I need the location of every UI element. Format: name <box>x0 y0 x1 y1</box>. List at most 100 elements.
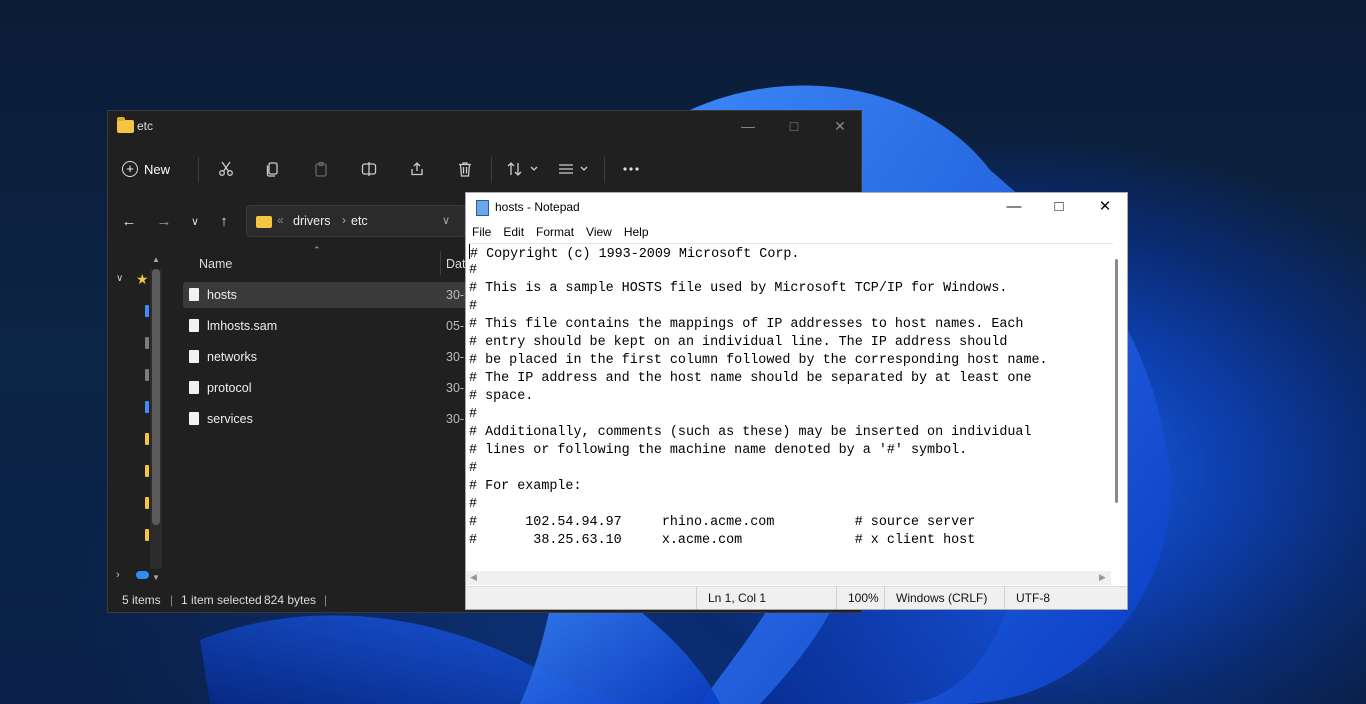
file-name: hosts <box>207 288 237 302</box>
explorer-titlebar[interactable]: etc — □ ✕ <box>108 111 861 141</box>
menu-view[interactable]: View <box>586 223 618 243</box>
text-line: # 102.54.94.97 rhino.acme.com # source s… <box>469 515 976 530</box>
text-line: # <box>469 299 478 314</box>
menu-edit[interactable]: Edit <box>503 223 530 243</box>
folder-icon[interactable] <box>145 465 149 477</box>
cut-icon[interactable] <box>216 159 236 179</box>
scrollbar-thumb[interactable] <box>1115 259 1118 503</box>
folder-icon[interactable] <box>145 433 149 445</box>
forward-icon[interactable]: → <box>155 213 173 231</box>
file-icon <box>189 319 199 332</box>
close-button[interactable]: ✕ <box>1082 193 1128 223</box>
more-options-icon[interactable] <box>621 159 641 179</box>
cursor-position: Ln 1, Col 1 <box>696 587 839 609</box>
name-column-header[interactable]: Name <box>199 257 232 271</box>
maximize-button[interactable]: □ <box>1036 193 1082 223</box>
file-date: 30- <box>446 288 465 302</box>
file-row-lmhosts[interactable]: lmhosts.sam 05- <box>183 313 467 339</box>
file-icon <box>189 350 199 363</box>
paste-icon[interactable] <box>311 159 331 179</box>
close-button[interactable]: ✕ <box>817 111 863 141</box>
text-line: # <box>469 461 478 476</box>
file-name: networks <box>207 350 258 364</box>
scroll-left-icon[interactable]: ◀ <box>470 572 477 583</box>
file-icon <box>189 381 199 394</box>
overflow-chevron-icon: « <box>277 213 284 227</box>
maximize-button[interactable]: □ <box>771 111 817 141</box>
sort-icon[interactable] <box>506 159 542 179</box>
breadcrumb-drivers[interactable]: drivers <box>293 214 331 228</box>
folder-icon[interactable] <box>145 497 149 509</box>
pictures-icon[interactable] <box>145 401 149 413</box>
text-line: # This file contains the mappings of IP … <box>469 317 1024 332</box>
selection-size: 824 bytes <box>264 593 317 607</box>
file-row-protocol[interactable]: protocol 30- <box>183 375 467 401</box>
scroll-up-icon[interactable]: ▲ <box>152 255 160 264</box>
delete-icon[interactable] <box>455 159 475 179</box>
text-line: # entry should be kept on an individual … <box>469 335 1008 350</box>
column-divider[interactable] <box>440 251 441 275</box>
minimize-button[interactable]: — <box>991 193 1037 223</box>
sort-ascending-icon: ⌃ <box>313 245 321 255</box>
folder-icon <box>117 117 134 133</box>
scrollbar-thumb[interactable] <box>152 269 160 525</box>
text-line: # lines or following the machine name de… <box>469 443 968 458</box>
file-date: 30- <box>446 412 465 426</box>
copy-icon[interactable] <box>263 159 283 179</box>
rename-icon[interactable] <box>359 159 379 179</box>
line-ending: Windows (CRLF) <box>884 587 1006 609</box>
breadcrumb-separator-icon: › <box>342 213 346 227</box>
vertical-scrollbar[interactable] <box>1111 245 1123 571</box>
scroll-down-icon[interactable]: ▼ <box>152 573 160 582</box>
text-line: # Copyright (c) 1993-2009 Microsoft Corp… <box>469 244 1113 262</box>
text-line: # be placed in the first column followed… <box>469 353 1048 368</box>
text-line: # The IP address and the host name shoul… <box>469 371 1032 386</box>
address-bar[interactable]: « drivers › etc ∨ <box>246 205 466 237</box>
text-line: # space. <box>469 389 534 404</box>
menu-bar: File Edit Format View Help <box>466 223 1127 243</box>
onedrive-icon[interactable] <box>136 571 149 579</box>
menu-format[interactable]: Format <box>536 223 580 243</box>
scroll-right-icon[interactable]: ▶ <box>1099 572 1106 583</box>
navigation-pane: ∨ ★ › ▲ ▼ <box>108 251 165 589</box>
recent-locations-icon[interactable]: ∨ <box>186 213 204 231</box>
documents-icon[interactable] <box>145 369 149 381</box>
encoding: UTF-8 <box>1004 587 1124 609</box>
file-row-networks[interactable]: networks 30- <box>183 344 467 370</box>
share-icon[interactable] <box>407 159 427 179</box>
command-bar: + New <box>108 145 861 193</box>
text-line: # <box>469 497 478 512</box>
quick-access-star-icon[interactable]: ★ <box>136 271 149 288</box>
desktop-icon[interactable] <box>145 305 149 317</box>
downloads-icon[interactable] <box>145 337 149 349</box>
menu-file[interactable]: File <box>472 223 497 243</box>
toolbar-divider <box>604 157 605 183</box>
text-editor[interactable]: # Copyright (c) 1993-2009 Microsoft Corp… <box>469 243 1113 570</box>
file-row-services[interactable]: services 30- <box>183 406 467 432</box>
zoom-level: 100% <box>836 587 886 609</box>
file-row-hosts[interactable]: hosts 30- <box>183 282 467 308</box>
address-dropdown-icon[interactable]: ∨ <box>442 214 450 227</box>
file-date: 30- <box>446 350 465 364</box>
selection-count: 1 item selected <box>181 593 262 607</box>
breadcrumb-etc[interactable]: etc <box>351 214 368 228</box>
text-line: # <box>469 263 478 278</box>
text-line: # For example: <box>469 479 582 494</box>
navigation-scrollbar[interactable]: ▲ ▼ <box>150 255 162 582</box>
folder-icon[interactable] <box>145 529 149 541</box>
expand-chevron-icon[interactable]: › <box>116 569 120 581</box>
menu-help[interactable]: Help <box>624 223 655 243</box>
notepad-titlebar[interactable]: hosts - Notepad — □ ✕ <box>466 193 1127 223</box>
notepad-icon <box>476 200 489 216</box>
back-icon[interactable]: ← <box>120 213 138 231</box>
toolbar-divider <box>491 157 492 183</box>
up-icon[interactable]: ↑ <box>215 213 233 231</box>
view-icon[interactable] <box>556 159 592 179</box>
horizontal-scrollbar[interactable]: ◀ ▶ <box>466 571 1111 585</box>
new-button[interactable]: + New <box>122 155 170 183</box>
date-column-header[interactable]: Dat <box>446 257 465 271</box>
expand-chevron-icon[interactable]: ∨ <box>116 273 123 284</box>
minimize-button[interactable]: — <box>725 111 771 141</box>
file-icon <box>189 288 199 301</box>
status-divider: | <box>324 593 328 607</box>
